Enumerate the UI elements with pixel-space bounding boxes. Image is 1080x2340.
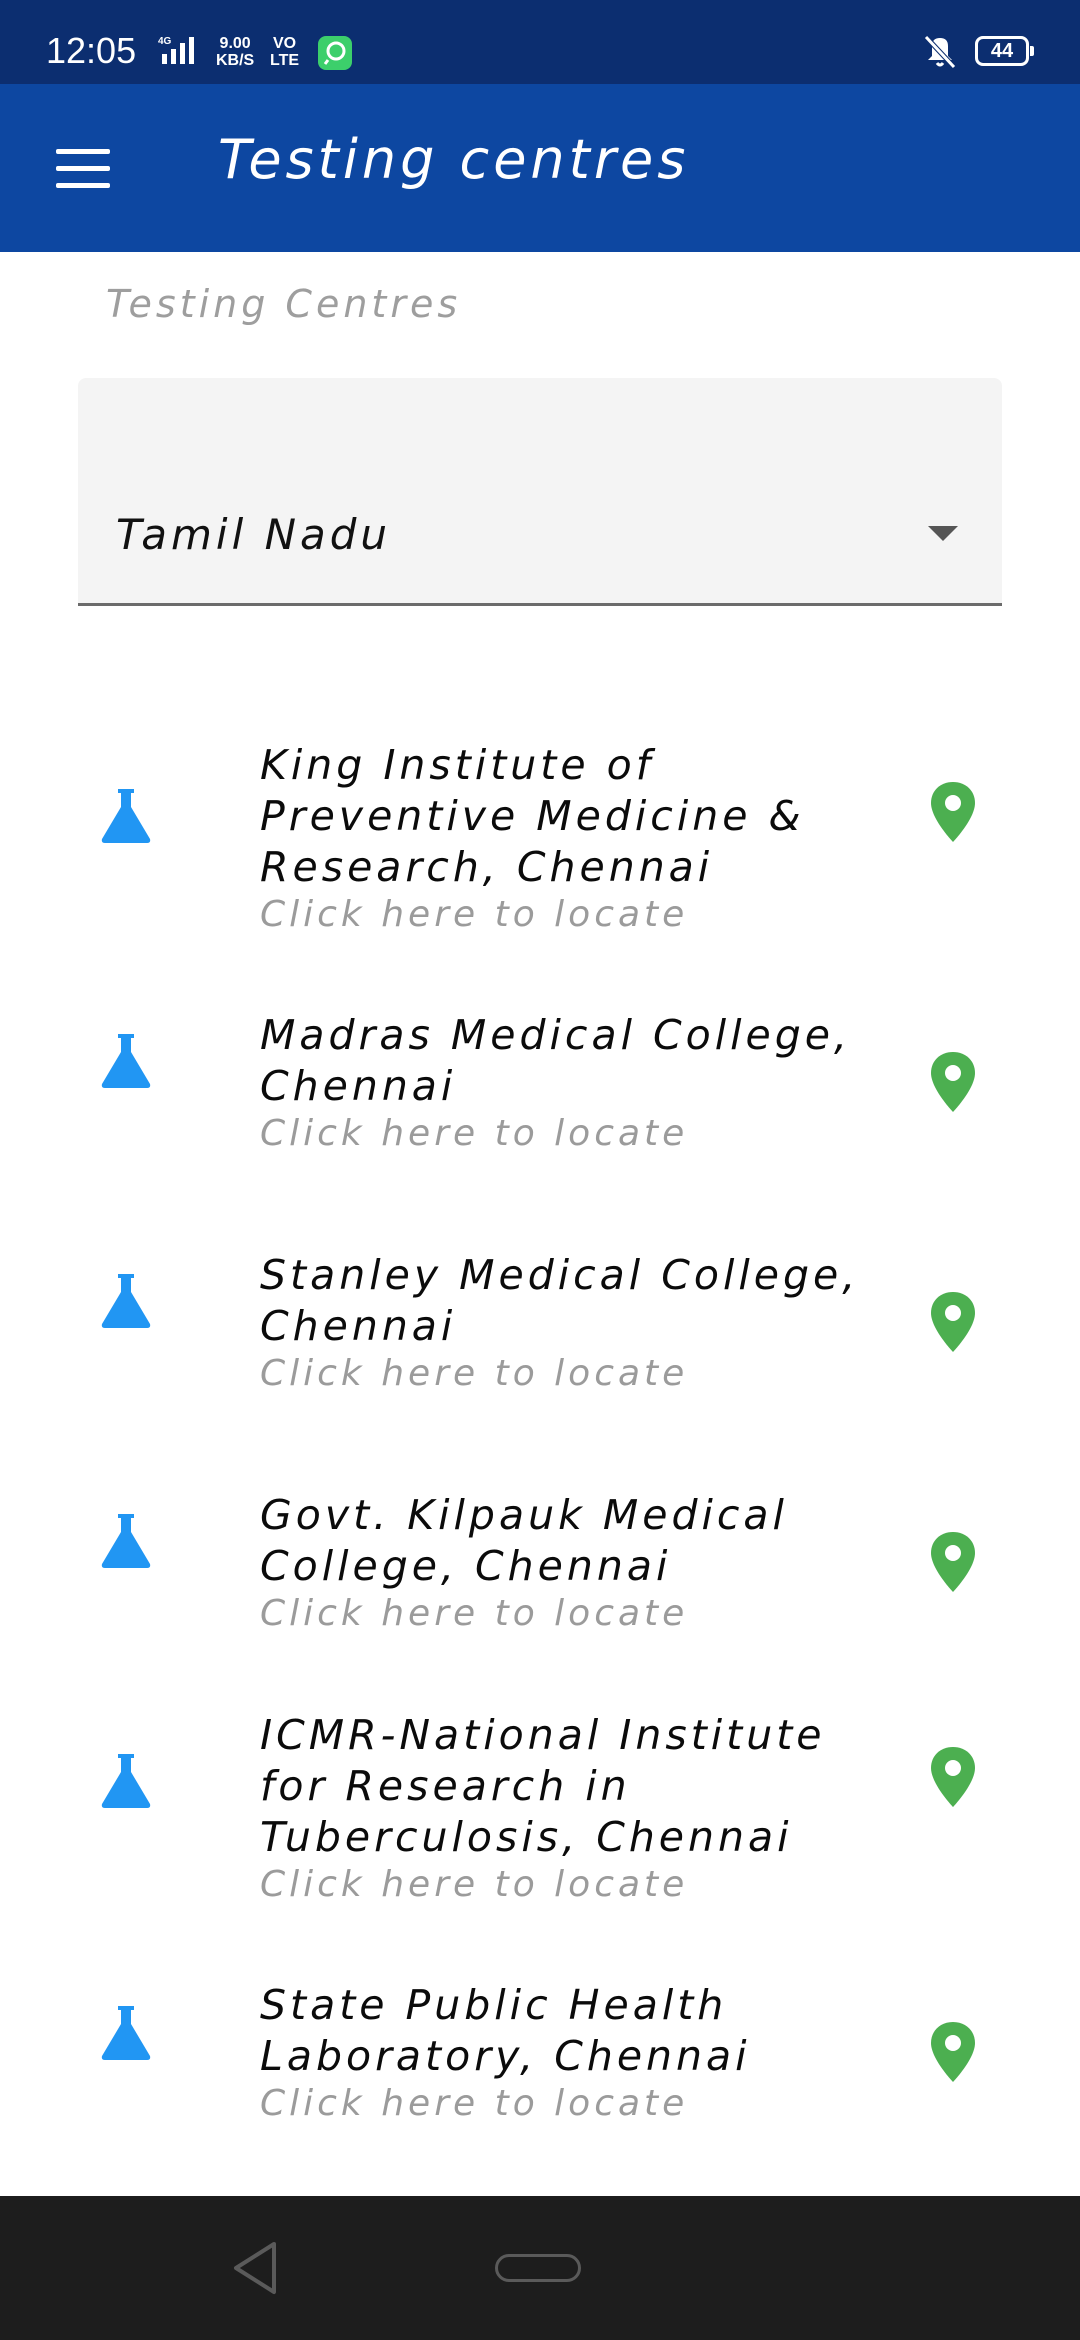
centre-name: Stanley Medical College, Chennai: [260, 1251, 860, 1350]
volte-indicator: VO LTE: [270, 35, 300, 69]
battery-icon: 44: [975, 36, 1034, 66]
section-label: Testing Centres: [106, 282, 462, 326]
map-pin-icon[interactable]: [928, 1050, 978, 1114]
map-pin-icon[interactable]: [928, 780, 978, 844]
centre-name: State Public Health Laboratory, Chennai: [260, 1981, 751, 2080]
status-bar: 12:05 4G 9.00 KB/S VO LTE 44: [0, 0, 1080, 84]
flask-icon: [101, 2006, 151, 2060]
home-button[interactable]: [495, 2254, 581, 2282]
svg-text:4G: 4G: [158, 36, 172, 47]
flask-icon: [101, 1754, 151, 1808]
centre-text: Madras Medical College, Chennai Click he…: [260, 1010, 860, 1156]
centre-text: Govt. Kilpauk Medical College, Chennai C…: [260, 1490, 860, 1636]
centre-text: State Public Health Laboratory, Chennai …: [260, 1980, 860, 2126]
flask-icon: [101, 1274, 151, 1328]
locate-link[interactable]: Click here to locate: [260, 1863, 860, 1907]
status-time: 12:05: [46, 30, 137, 71]
page-title: Testing centres: [218, 128, 690, 191]
locate-link[interactable]: Click here to locate: [260, 1352, 860, 1396]
centre-name: ICMR-National Institute for Research in …: [260, 1711, 826, 1861]
locate-link[interactable]: Click here to locate: [260, 1592, 860, 1636]
map-pin-icon[interactable]: [928, 2020, 978, 2084]
centre-name: Govt. Kilpauk Medical College, Chennai: [260, 1491, 788, 1590]
centre-name: Madras Medical College, Chennai: [260, 1011, 852, 1110]
hamburger-menu-icon[interactable]: [40, 136, 130, 202]
flask-icon: [101, 789, 151, 843]
back-icon[interactable]: [230, 2240, 280, 2296]
locate-link[interactable]: Click here to locate: [260, 2082, 860, 2126]
centre-text: King Institute of Preventive Medicine & …: [260, 740, 860, 937]
flask-icon: [101, 1514, 151, 1568]
app-notification-icon: [318, 36, 352, 70]
vibrate-mute-icon: [920, 34, 962, 74]
locate-link[interactable]: Click here to locate: [260, 1112, 860, 1156]
centre-text: Stanley Medical College, Chennai Click h…: [260, 1250, 860, 1396]
map-pin-icon[interactable]: [928, 1745, 978, 1809]
centre-name: King Institute of Preventive Medicine & …: [260, 741, 805, 891]
map-pin-icon[interactable]: [928, 1530, 978, 1594]
centre-text: ICMR-National Institute for Research in …: [260, 1710, 860, 1907]
app-bar: Testing centres: [0, 84, 1080, 252]
map-pin-icon[interactable]: [928, 1290, 978, 1354]
dropdown-arrow-icon: [928, 526, 958, 541]
state-dropdown[interactable]: Tamil Nadu: [78, 378, 1002, 606]
signal-icon: 4G: [158, 34, 206, 70]
system-nav-bar: [0, 2196, 1080, 2340]
flask-icon: [101, 1034, 151, 1088]
state-dropdown-value: Tamil Nadu: [116, 510, 392, 559]
locate-link[interactable]: Click here to locate: [260, 893, 860, 937]
network-speed: 9.00 KB/S: [216, 35, 255, 69]
